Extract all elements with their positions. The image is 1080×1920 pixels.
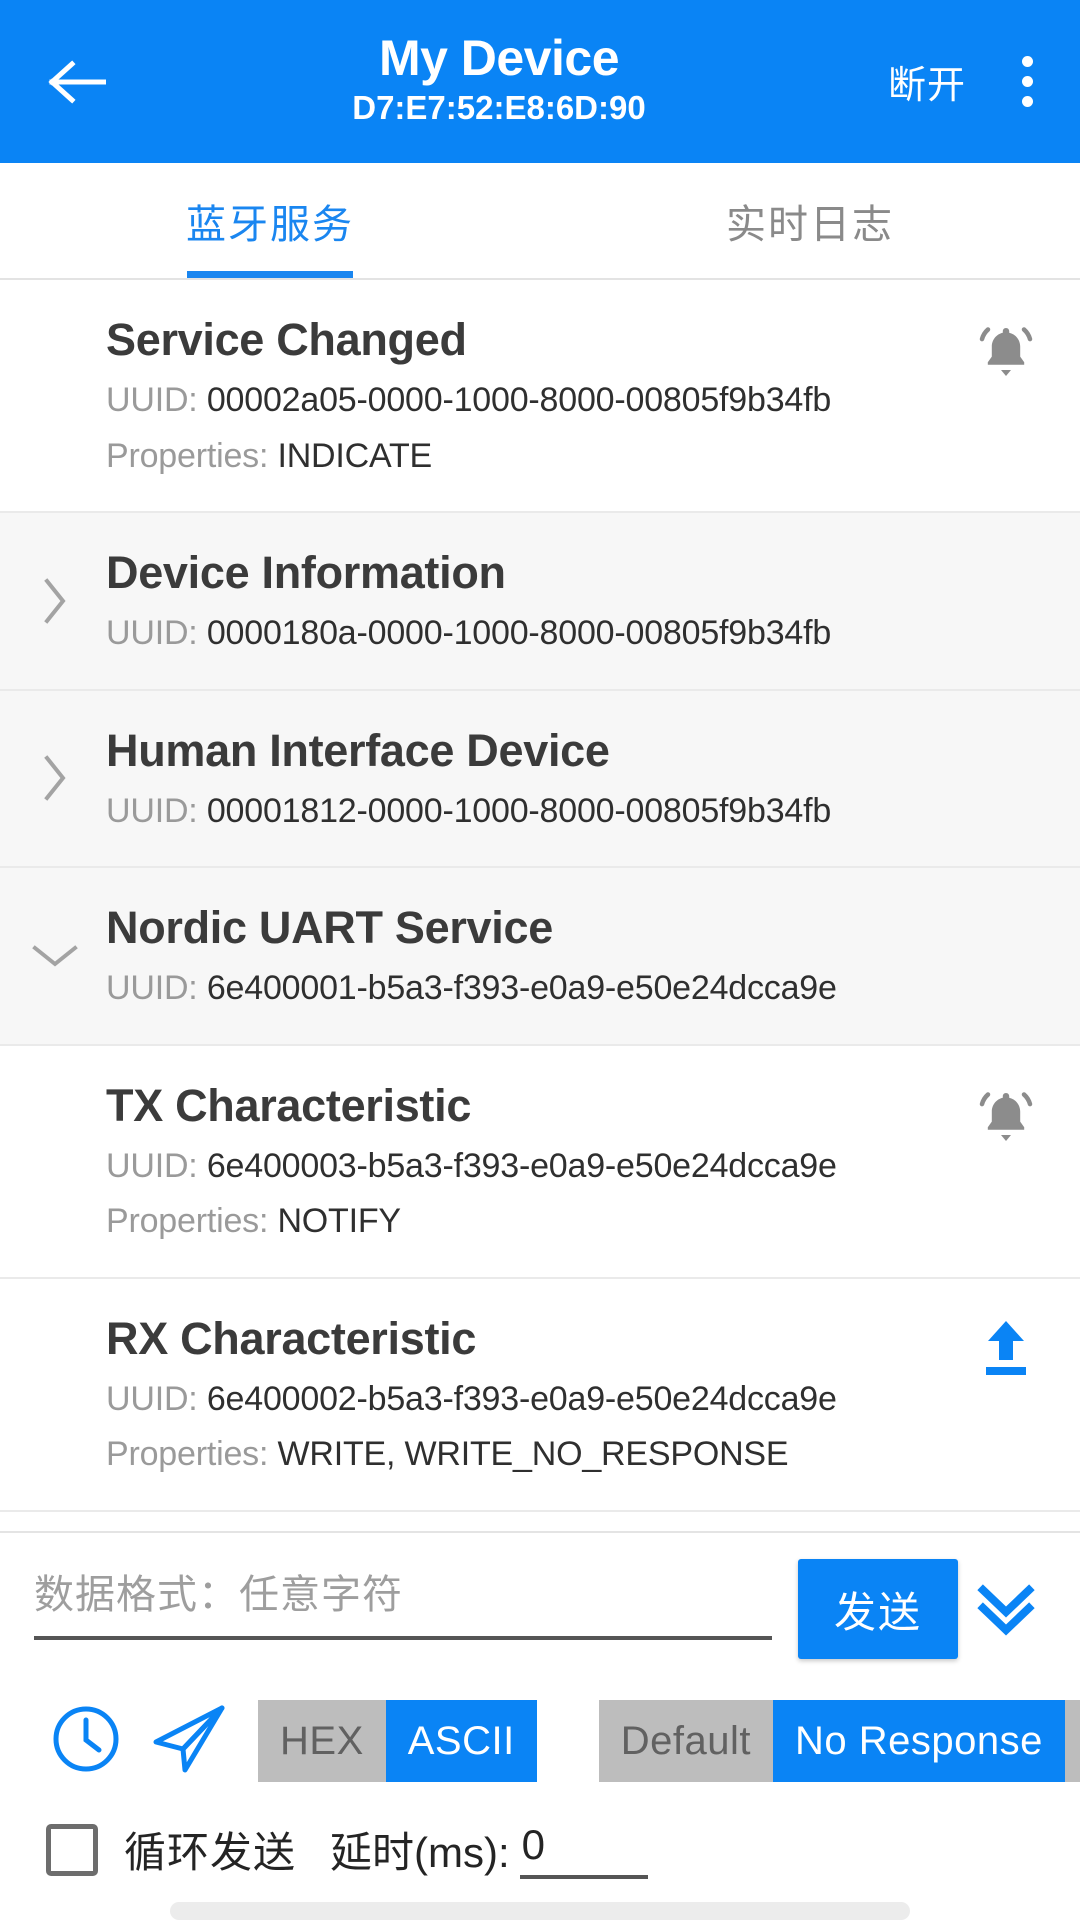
data-format-segmented-control: HEX ASCII (258, 1700, 537, 1782)
notify-toggle-button[interactable] (966, 312, 1046, 392)
characteristic-uuid: UUID: 6e400002-b5a3-f393-e0a9-e50e24dcca… (106, 1374, 1046, 1424)
kebab-dot (1021, 76, 1033, 87)
uuid-label: UUID: (106, 969, 207, 1008)
properties-label: Properties: (106, 1435, 278, 1474)
write-mode-segmented-control: Default No Response Signed (598, 1700, 1080, 1782)
services-list[interactable]: Service Changed UUID: 00002a05-0000-1000… (0, 280, 1080, 1531)
chevron-down-icon (26, 868, 84, 1044)
expand-panel-button[interactable] (958, 1559, 1054, 1659)
tab-bar: 蓝牙服务 实时日志 (0, 163, 1080, 280)
delay-input-field[interactable] (519, 1820, 648, 1879)
composer-panel: 发送 (0, 1531, 1080, 1920)
service-name: Human Interface Device (106, 724, 610, 776)
data-input-field[interactable] (34, 1559, 772, 1640)
characteristic-properties: Properties: WRITE, WRITE_NO_RESPONSE (106, 1429, 1046, 1479)
composer-tool-row: HEX ASCII Default No Response Signed (0, 1659, 1080, 1789)
device-name: My Device (378, 30, 620, 87)
send-button[interactable]: 发送 (798, 1559, 958, 1659)
uuid-value: 00002a05-0000-1000-8000-00805f9b34fb (206, 381, 832, 420)
properties-value: NOTIFY (277, 1202, 401, 1241)
characteristic-properties: Properties: NOTIFY (106, 1196, 1046, 1246)
uuid-value: 0000180a-0000-1000-8000-00805f9b34fb (206, 614, 832, 653)
uuid-label: UUID: (106, 381, 207, 420)
disconnect-button[interactable]: 断开 (888, 54, 966, 109)
back-button[interactable] (34, 39, 120, 125)
list-item[interactable]: Service Changed UUID: 00002a05-0000-1000… (0, 280, 1080, 513)
history-button[interactable] (34, 1693, 138, 1789)
device-title-block: My Device D7:E7:52:E8:6D:90 (110, 32, 888, 131)
home-indicator (170, 1902, 910, 1920)
loop-send-checkbox[interactable] (46, 1823, 98, 1876)
service-name: Nordic UART Service (106, 902, 553, 954)
uuid-value: 6e400001-b5a3-f393-e0a9-e50e24dcca9e (206, 969, 837, 1008)
list-item[interactable]: RX Characteristic UUID: 6e400002-b5a3-f3… (0, 1278, 1080, 1512)
format-option-hex[interactable]: HEX (258, 1700, 386, 1782)
clock-icon (49, 1702, 123, 1781)
data-input[interactable] (34, 1559, 772, 1636)
arrow-left-icon (48, 59, 106, 105)
loop-send-label: 循环发送 (124, 1829, 297, 1876)
notify-toggle-button[interactable] (966, 1078, 1046, 1158)
service-uuid: UUID: 6e400001-b5a3-f393-e0a9-e50e24dcca… (106, 963, 1046, 1013)
double-chevron-down-icon (973, 1574, 1039, 1645)
chevron-right-icon (26, 513, 84, 689)
uuid-value: 6e400002-b5a3-f393-e0a9-e50e24dcca9e (206, 1379, 837, 1418)
delay-underline (519, 1874, 648, 1879)
uuid-value: 6e400003-b5a3-f393-e0a9-e50e24dcca9e (206, 1147, 837, 1186)
bell-ring-icon (974, 1083, 1038, 1152)
list-item[interactable]: Nordic UART Service UUID: 6e400001-b5a3-… (0, 868, 1080, 1046)
service-properties: Properties: INDICATE (106, 431, 1046, 481)
uuid-label: UUID: (106, 614, 207, 653)
device-mac-address: D7:E7:52:E8:6D:90 (352, 89, 646, 127)
service-uuid: UUID: 0000180a-0000-1000-8000-00805f9b34… (106, 608, 1046, 658)
list-item[interactable]: TX Characteristic UUID: 6e400003-b5a3-f3… (0, 1045, 1080, 1279)
chevron-right-icon (26, 691, 84, 867)
delay-label: 延时(ms): (330, 1829, 510, 1876)
write-mode-signed[interactable]: Signed (1064, 1700, 1080, 1782)
tab-label: 蓝牙服务 (186, 202, 354, 247)
composer-input-row: 发送 (0, 1533, 1080, 1659)
kebab-dot (1021, 96, 1033, 107)
tab-realtime-log[interactable]: 实时日志 (540, 163, 1080, 278)
service-name: Service Changed (106, 314, 467, 365)
uuid-label: UUID: (106, 1147, 207, 1186)
properties-value: WRITE, WRITE_NO_RESPONSE (277, 1435, 789, 1474)
tab-label: 实时日志 (726, 202, 894, 247)
paper-plane-icon (150, 1702, 230, 1781)
properties-value: INDICATE (277, 436, 433, 475)
write-mode-default[interactable]: Default (598, 1700, 773, 1782)
write-button[interactable] (966, 1311, 1046, 1391)
more-vertical-icon[interactable] (1000, 39, 1054, 125)
list-item[interactable]: Device Information UUID: 0000180a-0000-1… (0, 512, 1080, 691)
kebab-dot (1021, 56, 1033, 67)
list-item[interactable]: Human Interface Device UUID: 00001812-00… (0, 690, 1080, 869)
service-uuid: UUID: 00002a05-0000-1000-8000-00805f9b34… (106, 375, 1046, 425)
quick-send-button[interactable] (138, 1693, 242, 1789)
service-name: Device Information (106, 546, 506, 598)
upload-icon (977, 1317, 1035, 1384)
characteristic-name: TX Characteristic (106, 1079, 472, 1131)
characteristic-name: RX Characteristic (106, 1312, 477, 1364)
uuid-value: 00001812-0000-1000-8000-00805f9b34fb (206, 791, 832, 830)
uuid-label: UUID: (106, 791, 207, 830)
bell-ring-icon (974, 318, 1038, 387)
delay-input[interactable] (519, 1820, 648, 1875)
loop-send-row: 循环发送 延时(ms): (0, 1789, 1080, 1880)
write-mode-no-response[interactable]: No Response (772, 1700, 1065, 1782)
app-bar: My Device D7:E7:52:E8:6D:90 断开 (0, 0, 1080, 163)
tab-bluetooth-services[interactable]: 蓝牙服务 (0, 163, 540, 278)
service-uuid: UUID: 00001812-0000-1000-8000-00805f9b34… (106, 786, 1046, 836)
properties-label: Properties: (106, 1202, 278, 1241)
characteristic-uuid: UUID: 6e400003-b5a3-f393-e0a9-e50e24dcca… (106, 1141, 1046, 1191)
properties-label: Properties: (106, 436, 278, 475)
uuid-label: UUID: (106, 1379, 207, 1418)
app-screen: My Device D7:E7:52:E8:6D:90 断开 蓝牙服务 实时日志… (0, 0, 1080, 1920)
input-underline (34, 1636, 772, 1640)
format-option-ascii[interactable]: ASCII (385, 1700, 537, 1782)
